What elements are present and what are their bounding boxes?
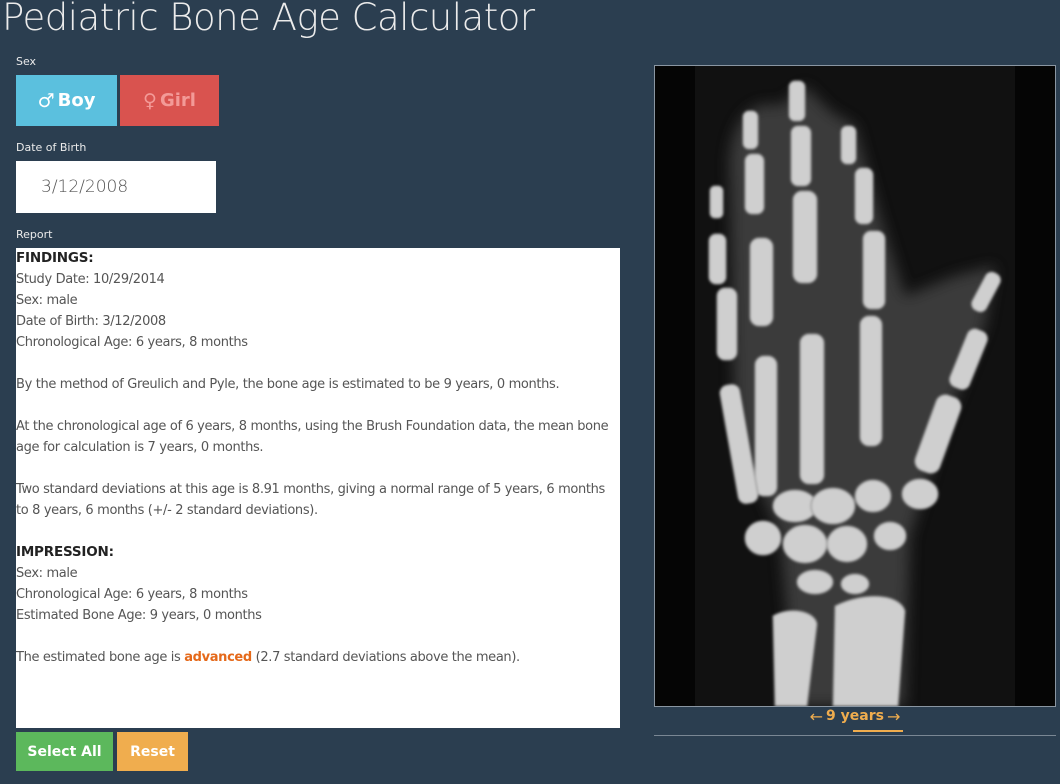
impression-heading: IMPRESSION: — [16, 544, 114, 560]
impression-chrono-line: Chronological Age: 6 years, 8 months — [16, 587, 248, 602]
boy-button-label: Boy — [57, 90, 96, 111]
conclusion-suffix: (2.7 standard deviations above the mean)… — [251, 650, 521, 665]
hand-xray-image — [654, 65, 1056, 707]
sd-line-2: to 8 years, 6 months (+/- 2 standard dev… — [16, 503, 318, 518]
advanced-highlight: advanced — [184, 650, 252, 665]
female-icon: ♀ — [143, 89, 157, 112]
report-label: Report — [16, 228, 53, 241]
findings-heading: FINDINGS: — [16, 250, 94, 266]
atlas-age-label: 9 years — [826, 708, 884, 724]
conclusion-line: The estimated bone age is advanced (2.7 … — [16, 647, 620, 668]
dob-line: Date of Birth: 3/12/2008 — [16, 314, 166, 329]
impression-sex-line: Sex: male — [16, 566, 78, 581]
method-line: By the method of Greulich and Pyle, the … — [16, 377, 560, 392]
male-icon: ♂ — [37, 89, 55, 112]
app-title: Pediatric Bone Age Calculator — [2, 0, 535, 39]
atlas-active-indicator — [853, 730, 903, 732]
next-arrow-icon[interactable]: → — [887, 707, 900, 726]
sex-line: Sex: male — [16, 293, 78, 308]
conclusion-prefix: The estimated bone age is — [16, 650, 185, 665]
sex-label: Sex — [16, 55, 37, 68]
report-textarea[interactable]: FINDINGS: Study Date: 10/29/2014 Sex: ma… — [16, 248, 620, 728]
girl-button[interactable]: ♀ Girl — [120, 75, 219, 126]
girl-button-label: Girl — [159, 90, 196, 111]
prev-arrow-icon[interactable]: ← — [810, 707, 823, 726]
impression-bone-age-line: Estimated Bone Age: 9 years, 0 months — [16, 608, 262, 623]
reset-button[interactable]: Reset — [117, 732, 188, 771]
dob-label: Date of Birth — [16, 141, 87, 154]
dob-input[interactable] — [16, 161, 216, 213]
boy-button[interactable]: ♂ Boy — [16, 75, 117, 126]
brush-line-1: At the chronological age of 6 years, 8 m… — [16, 419, 609, 434]
sd-line-1: Two standard deviations at this age is 8… — [16, 482, 605, 497]
atlas-navigation: ← 9 years → — [654, 706, 1056, 736]
brush-line-2: age for calculation is 7 years, 0 months… — [16, 440, 264, 455]
study-date-line: Study Date: 10/29/2014 — [16, 272, 165, 287]
chrono-age-line: Chronological Age: 6 years, 8 months — [16, 335, 248, 350]
select-all-button[interactable]: Select All — [16, 732, 113, 771]
